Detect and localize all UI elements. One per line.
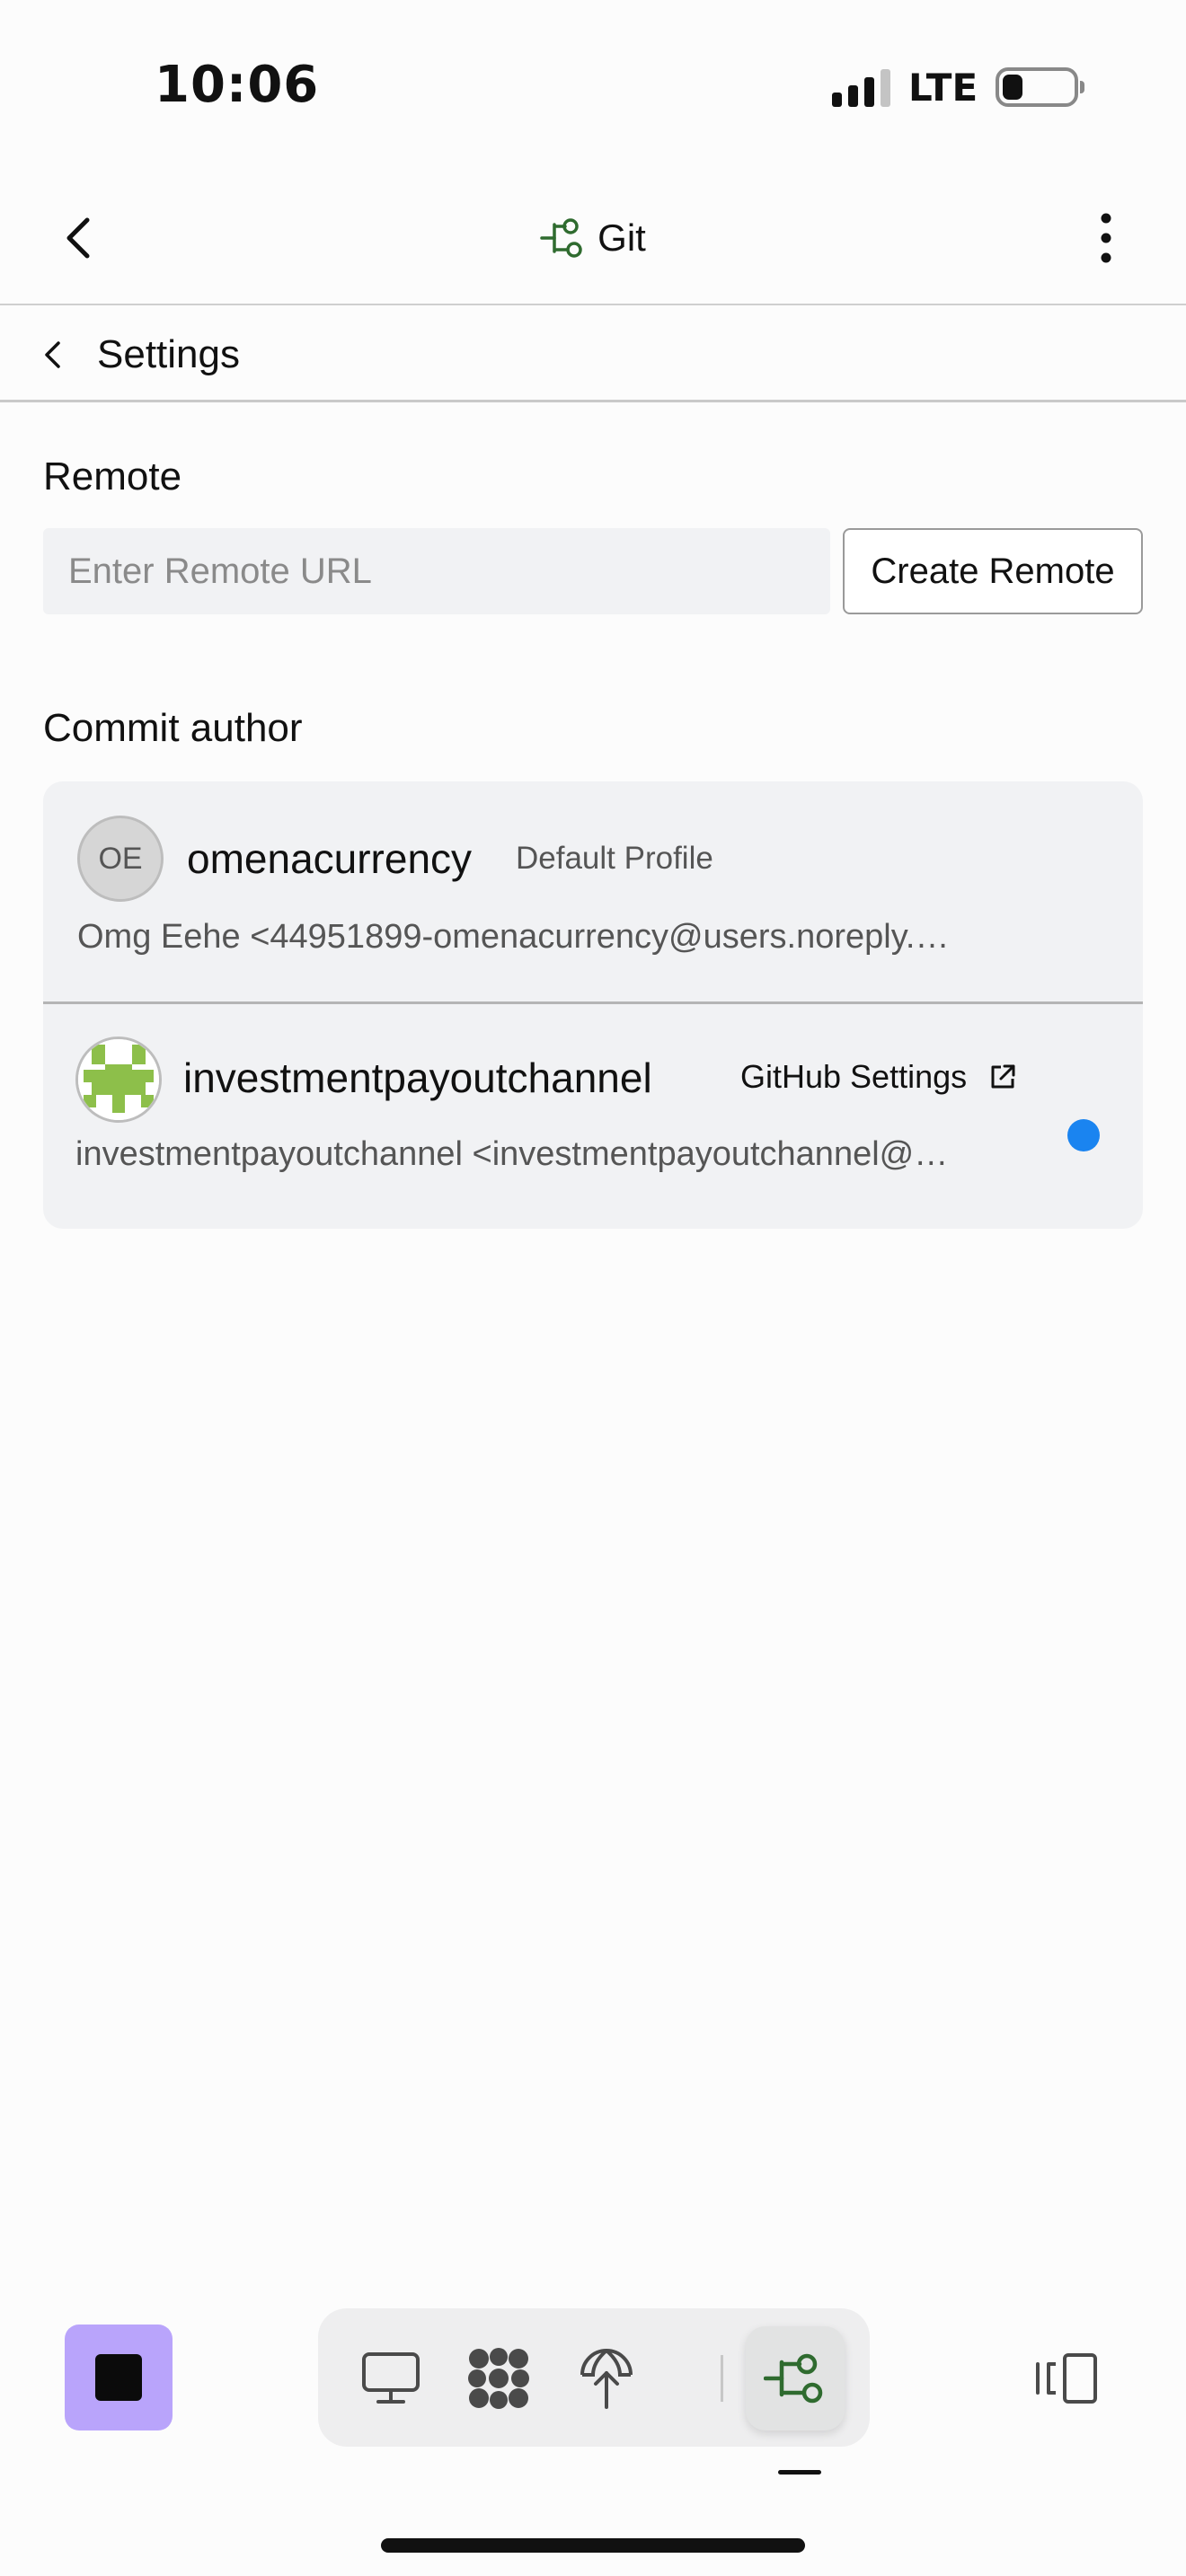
- status-bar: 10:06 LTE: [0, 0, 1186, 171]
- nav-item-git[interactable]: [746, 2326, 845, 2430]
- panel-toggle-button[interactable]: [1030, 2344, 1105, 2413]
- cellular-signal-icon: [832, 67, 890, 107]
- github-settings-link[interactable]: GitHub Settings: [740, 1054, 1017, 1099]
- stop-button[interactable]: [65, 2325, 173, 2430]
- external-link-icon: [991, 1064, 1015, 1089]
- monitor-icon: [362, 2352, 420, 2404]
- stop-icon: [95, 2354, 142, 2401]
- nav-item-agents[interactable]: [449, 2326, 548, 2430]
- more-options-button[interactable]: [1075, 207, 1137, 269]
- bottom-nav: [318, 2308, 870, 2447]
- remote-label: Remote: [43, 454, 182, 498]
- author-profile-item[interactable]: investmentpayoutchannel GitHub Settings …: [43, 1004, 1143, 1227]
- settings-title: Settings: [97, 332, 240, 376]
- author-email: Omg Eehe <44951899-omenacurrency@users.n…: [77, 918, 950, 956]
- author-profile-item[interactable]: OE omenacurrency Default Profile Omg Eeh…: [43, 781, 1143, 1004]
- remote-url-input[interactable]: [43, 528, 830, 614]
- more-vertical-icon: [1101, 213, 1111, 263]
- avatar: OE: [77, 816, 164, 902]
- page-title: Git: [597, 216, 646, 259]
- network-type: LTE: [908, 65, 978, 110]
- nav-item-preview[interactable]: [341, 2326, 440, 2430]
- author-email: investmentpayoutchannel <investmentpayou…: [75, 1135, 949, 1173]
- settings-back-button[interactable]: [31, 332, 75, 377]
- avatar: [75, 1037, 162, 1123]
- home-indicator: [381, 2538, 805, 2553]
- battery-icon: [996, 67, 1085, 107]
- selected-indicator: [1067, 1119, 1100, 1151]
- nav-divider: [721, 2355, 723, 2402]
- commit-author-label: Commit author: [43, 706, 303, 750]
- git-branch-icon: [764, 2353, 823, 2404]
- github-settings-label: GitHub Settings: [740, 1058, 968, 1095]
- avatar-initials: OE: [98, 841, 143, 876]
- git-branch-icon: [540, 218, 582, 258]
- default-profile-badge: Default Profile: [516, 841, 713, 876]
- nav-item-deploy[interactable]: [557, 2326, 656, 2430]
- settings-header: Settings: [0, 307, 1186, 402]
- author-username: investmentpayoutchannel: [183, 1054, 652, 1101]
- active-tab-indicator: [778, 2470, 821, 2475]
- status-time: 10:06: [155, 56, 320, 114]
- flower-icon: [468, 2348, 529, 2409]
- identicon-icon: [78, 1039, 159, 1120]
- chevron-left-icon: [45, 341, 60, 368]
- author-username: omenacurrency: [187, 835, 473, 882]
- create-remote-button[interactable]: Create Remote: [843, 528, 1143, 614]
- author-profile-list: OE omenacurrency Default Profile Omg Eeh…: [43, 781, 1143, 1229]
- globe-upload-icon: [580, 2349, 633, 2409]
- header-title-group: Git: [0, 207, 1186, 269]
- app-header: Git: [0, 171, 1186, 305]
- panel-layout-icon: [1036, 2353, 1097, 2404]
- status-indicators: LTE: [832, 65, 1085, 110]
